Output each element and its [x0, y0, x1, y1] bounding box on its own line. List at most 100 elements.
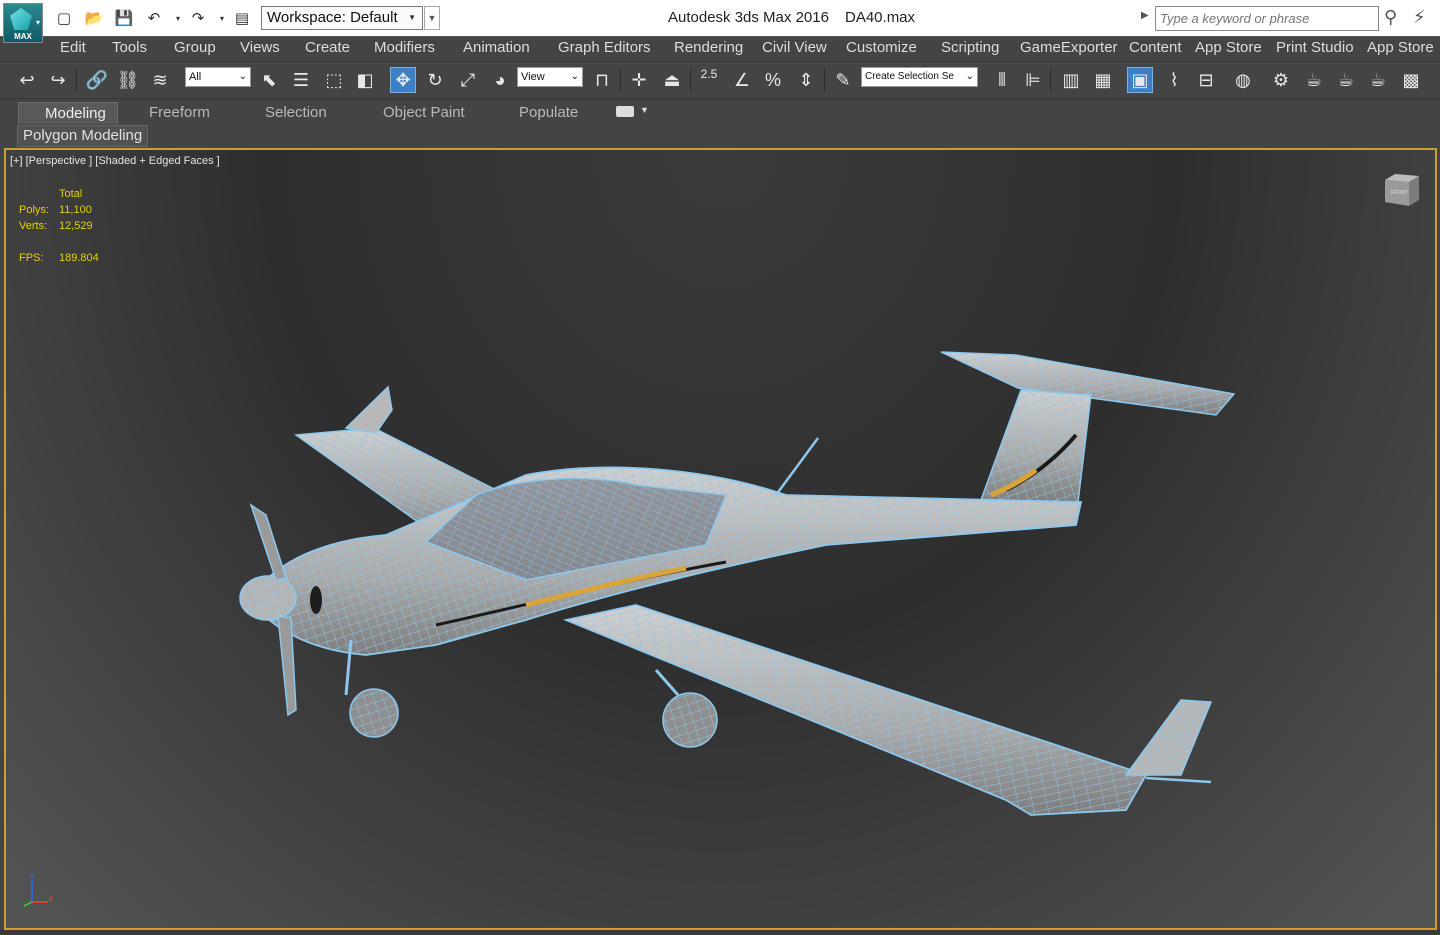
undo-dropdown-icon[interactable]: ▾	[174, 9, 182, 27]
polygon-modeling-panel[interactable]: Polygon Modeling	[17, 125, 149, 147]
tab-modeling[interactable]: Modeling	[18, 102, 118, 124]
menu-create[interactable]: Create	[305, 39, 350, 56]
undo-icon[interactable]: ↶	[144, 9, 164, 27]
menu-bar: Edit Tools Group Views Create Modifiers …	[0, 36, 1440, 62]
menu-app-store[interactable]: App Store	[1195, 39, 1262, 56]
ribbon-tabs: Modeling Freeform Selection Object Paint…	[0, 98, 1440, 125]
snaps-toggle-icon[interactable]: 2.5	[696, 67, 722, 93]
quick-access-customize-button[interactable]: ▼	[424, 6, 440, 30]
axis-x-label: x	[49, 894, 53, 903]
project-folder-icon[interactable]: ▤	[232, 9, 252, 27]
select-by-name-icon[interactable]: ☰	[288, 67, 314, 93]
redo-icon[interactable]: ↪	[45, 67, 71, 93]
perspective-viewport[interactable]: [+] [Perspective ] [Shaded + Edged Faces…	[4, 148, 1437, 930]
tab-populate[interactable]: Populate	[519, 102, 578, 124]
pivot-center-icon[interactable]: ⊓	[589, 67, 615, 93]
toolbar-separator	[76, 68, 77, 92]
edit-named-selection-icon[interactable]: ✎	[830, 67, 856, 93]
toolbar-separator	[690, 68, 691, 92]
menu-edit[interactable]: Edit	[60, 39, 86, 56]
mirror-icon[interactable]: ⫴	[989, 67, 1015, 93]
menu-civil-view[interactable]: Civil View	[762, 39, 827, 56]
material-editor-icon[interactable]: ◍	[1230, 67, 1256, 93]
select-and-scale-icon[interactable]: ⤢	[455, 67, 481, 93]
vertical-tail	[979, 389, 1092, 503]
select-object-icon[interactable]: ⬉	[256, 67, 282, 93]
select-and-rotate-icon[interactable]: ↻	[422, 67, 448, 93]
window-crossing-icon[interactable]: ◧	[352, 67, 378, 93]
chevron-down-icon: ⌄	[238, 71, 247, 82]
toolbar-separator	[620, 68, 621, 92]
menu-rendering[interactable]: Rendering	[674, 39, 743, 56]
keyboard-shortcut-override-icon[interactable]: ⏏	[659, 67, 685, 93]
aircraft-model[interactable]	[6, 150, 1435, 928]
spinner-snap-icon[interactable]: ⇕	[793, 67, 819, 93]
render-in-cloud-icon[interactable]: ☕	[1365, 67, 1391, 93]
tab-selection[interactable]: Selection	[265, 102, 327, 124]
redo-dropdown-icon[interactable]: ▾	[218, 9, 226, 27]
menu-print-studio[interactable]: Print Studio	[1276, 39, 1354, 56]
menu-graph-editors[interactable]: Graph Editors	[558, 39, 651, 56]
toggle-layer-explorer-icon[interactable]: ▦	[1090, 67, 1116, 93]
search-input[interactable]	[1155, 6, 1379, 31]
select-manipulate-icon[interactable]: ✛	[626, 67, 652, 93]
snaps-toggle-label: 2.5	[700, 67, 718, 81]
ribbon-display-options-icon[interactable]	[616, 106, 634, 117]
align-icon[interactable]: ⊫	[1020, 67, 1046, 93]
menu-tools[interactable]: Tools	[112, 39, 147, 56]
menu-customize[interactable]: Customize	[846, 39, 917, 56]
3dsmax-logo-icon	[10, 8, 32, 30]
render-setup-icon[interactable]: ⚙	[1268, 67, 1294, 93]
angle-snap-icon[interactable]: ∠	[729, 67, 755, 93]
unlink-selection-icon[interactable]: ⛓	[115, 67, 141, 93]
selection-filter-dropdown[interactable]: All ⌄	[185, 67, 251, 87]
menu-gameexporter[interactable]: GameExporter	[1020, 39, 1118, 56]
menu-content[interactable]: Content	[1129, 39, 1182, 56]
right-wing	[562, 604, 1213, 816]
menu-scripting[interactable]: Scripting	[941, 39, 999, 56]
main-toolbar: ↩ ↪ 🔗 ⛓ ≋ All ⌄ ⬉ ☰ ⬚ ◧ ✥ ↻ ⤢ ◕ View ⌄ ⊓…	[0, 61, 1440, 99]
rendered-frame-window-icon[interactable]: ☕	[1301, 67, 1327, 93]
schematic-view-icon[interactable]: ⊟	[1193, 67, 1219, 93]
bind-to-space-warp-icon[interactable]: ≋	[147, 67, 173, 93]
application-menu-button[interactable]: ▾ MAX	[3, 3, 43, 43]
binoculars-icon[interactable]: ⚲	[1384, 7, 1397, 28]
percent-snap-icon[interactable]: %	[760, 67, 786, 93]
file-name: DA40.max	[845, 9, 916, 26]
quick-access-toolbar: ▢ 📂 💾 ↶ ▾ ↷ ▾ ▤	[54, 8, 262, 28]
curve-editor-icon[interactable]: ⌇	[1161, 67, 1187, 93]
menu-views[interactable]: Views	[240, 39, 280, 56]
open-file-icon[interactable]: 📂	[84, 9, 104, 27]
redo-icon[interactable]: ↷	[188, 9, 208, 27]
app-title: Autodesk 3ds Max 2016	[668, 9, 829, 26]
select-and-move-icon[interactable]: ✥	[390, 67, 416, 93]
select-and-place-icon[interactable]: ◕	[487, 67, 513, 93]
communication-center-icon[interactable]: ⚡	[1413, 7, 1426, 28]
select-and-link-icon[interactable]: 🔗	[84, 67, 110, 93]
a360-gallery-icon[interactable]: ▩	[1398, 67, 1424, 93]
menu-animation[interactable]: Animation	[463, 39, 530, 56]
menu-group[interactable]: Group	[174, 39, 216, 56]
search-expand-icon[interactable]: ▶	[1141, 10, 1149, 21]
new-file-icon[interactable]: ▢	[54, 9, 74, 27]
undo-icon[interactable]: ↩	[14, 67, 40, 93]
axis-tripod-icon: z x	[23, 871, 53, 907]
menu-modifiers[interactable]: Modifiers	[374, 39, 435, 56]
chevron-down-icon: ⌄	[965, 71, 974, 82]
menu-app-store-2[interactable]: App Store	[1367, 39, 1434, 56]
save-file-icon[interactable]: 💾	[114, 9, 134, 27]
chevron-down-icon[interactable]: ▼	[640, 105, 649, 115]
ribbon-panel-bar: Polygon Modeling	[0, 124, 1440, 148]
tab-object-paint[interactable]: Object Paint	[383, 102, 465, 124]
chevron-down-icon: ▾	[35, 18, 40, 27]
rectangular-selection-icon[interactable]: ⬚	[321, 67, 347, 93]
chevron-down-icon: ▼	[408, 13, 416, 22]
toggle-ribbon-icon[interactable]: ▣	[1127, 67, 1153, 93]
tab-freeform[interactable]: Freeform	[149, 102, 210, 124]
workspace-dropdown[interactable]: Workspace: Default ▼	[261, 6, 423, 30]
app-logo-text: MAX	[14, 32, 32, 41]
named-selection-dropdown[interactable]: Create Selection Se ⌄	[861, 67, 978, 87]
reference-coordinate-dropdown[interactable]: View ⌄	[517, 67, 583, 87]
render-production-icon[interactable]: ☕	[1333, 67, 1359, 93]
toggle-scene-explorer-icon[interactable]: ▥	[1058, 67, 1084, 93]
